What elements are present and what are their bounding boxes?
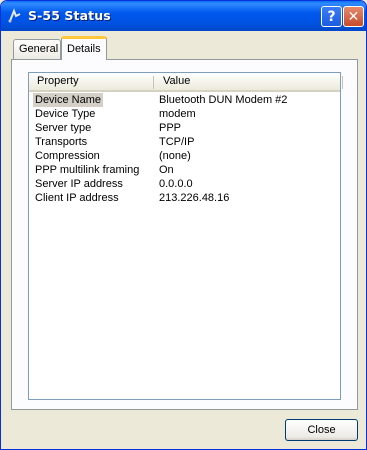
tab-general[interactable]: General: [13, 39, 61, 59]
list-item[interactable]: Client IP address 213.226.48.16: [29, 191, 340, 205]
list-item[interactable]: PPP multilink framing On: [29, 163, 340, 177]
tab-details[interactable]: Details: [61, 36, 107, 60]
list-item[interactable]: Compression (none): [29, 149, 340, 163]
column-divider[interactable]: [153, 76, 154, 89]
column-header-property[interactable]: Property: [37, 73, 79, 90]
property-cell: PPP multilink framing: [35, 164, 140, 176]
property-cell: Client IP address: [35, 192, 119, 204]
list-item[interactable]: Server IP address 0.0.0.0: [29, 177, 340, 191]
details-list[interactable]: Property Value Device Name Bluetooth DUN…: [28, 72, 343, 400]
details-panel: Property Value Device Name Bluetooth DUN…: [11, 59, 358, 410]
close-button[interactable]: Close: [285, 419, 358, 441]
value-cell: TCP/IP: [159, 136, 195, 148]
title-bar[interactable]: S-55 Status ? ✕: [1, 1, 366, 31]
value-cell: 213.226.48.16: [159, 192, 230, 204]
property-cell: Server IP address: [35, 178, 123, 190]
list-item[interactable]: Device Name Bluetooth DUN Modem #2: [29, 93, 340, 107]
property-cell: Compression: [35, 150, 100, 162]
value-cell: modem: [159, 108, 196, 120]
column-header-value[interactable]: Value: [163, 73, 190, 90]
status-dialog: S-55 Status ? ✕ General Details Property…: [0, 0, 367, 450]
tab-strip: General Details: [1, 31, 366, 61]
value-cell: (none): [159, 150, 191, 162]
help-button[interactable]: ?: [321, 6, 342, 27]
property-cell: Transports: [35, 136, 88, 148]
list-rows: Device Name Bluetooth DUN Modem #2 Devic…: [29, 93, 340, 205]
property-cell: Server type: [35, 122, 92, 134]
list-item[interactable]: Server type PPP: [29, 121, 340, 135]
value-cell: PPP: [159, 122, 182, 134]
column-divider[interactable]: [342, 76, 343, 89]
property-cell: Device Name: [33, 93, 104, 107]
value-cell: 0.0.0.0: [159, 178, 193, 190]
window-close-button[interactable]: ✕: [343, 6, 364, 27]
value-cell: Bluetooth DUN Modem #2: [159, 94, 288, 106]
network-connection-icon: [7, 8, 23, 24]
list-item[interactable]: Transports TCP/IP: [29, 135, 340, 149]
value-cell: On: [159, 164, 174, 176]
window-title: S-55 Status: [28, 8, 111, 23]
list-item[interactable]: Device Type modem: [29, 107, 340, 121]
list-header: Property Value: [29, 73, 343, 92]
property-cell: Device Type: [35, 108, 96, 120]
